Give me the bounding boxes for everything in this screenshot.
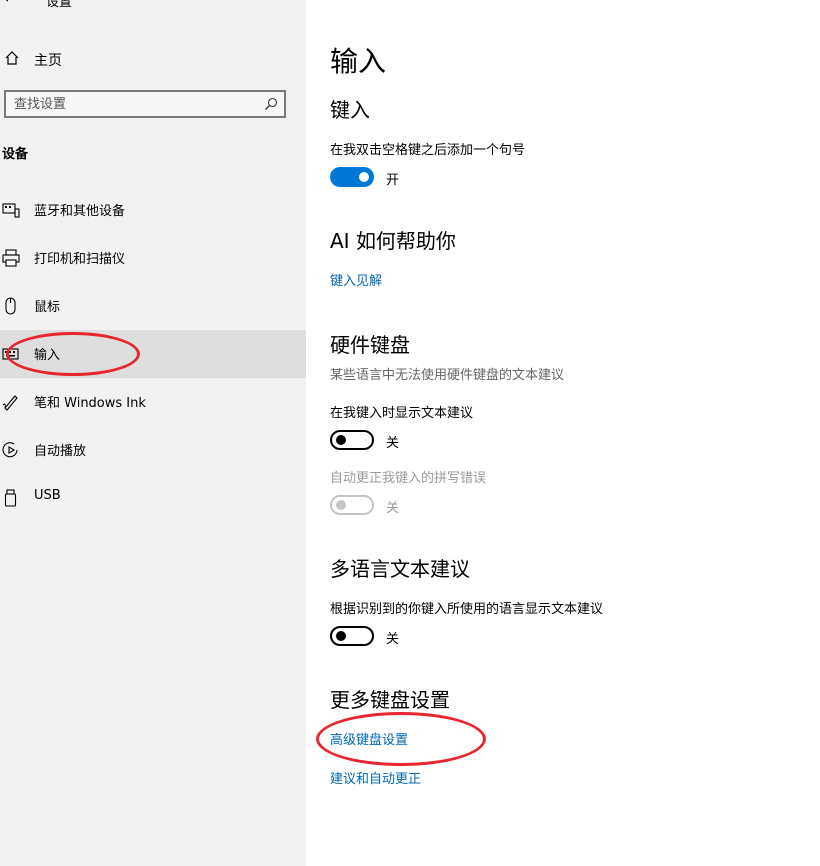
advanced-keyboard-settings-link[interactable]: 高级键盘设置: [330, 729, 408, 748]
home-icon: [4, 50, 20, 70]
sidebar-item-printers[interactable]: 打印机和扫描仪: [0, 234, 306, 282]
setting-label-show-suggestions: 在我键入时显示文本建议: [330, 406, 474, 421]
home-label: 主页: [34, 53, 62, 69]
toggle-double-space-period[interactable]: [330, 167, 374, 187]
setting-label-double-space-period: 在我双击空格键之后添加一个句号: [330, 143, 526, 158]
toggle-state-label: 关: [386, 436, 400, 451]
sidebar-item-label: 鼠标: [34, 300, 61, 315]
sidebar-item-usb[interactable]: USB: [0, 474, 306, 522]
sidebar-item-mouse[interactable]: 鼠标: [0, 282, 306, 330]
bluetooth-devices-icon: [2, 201, 20, 219]
toggle-autocorrect: [330, 495, 374, 515]
sidebar-item-bluetooth[interactable]: 蓝牙和其他设备: [0, 186, 306, 234]
sidebar: ← 设置 主页 设备 蓝牙和其他设备 打印机和扫描仪 鼠标: [0, 0, 306, 866]
setting-label-multilingual-suggestions: 根据识别到的你键入所使用的语言显示文本建议: [330, 602, 604, 617]
toggle-state-label: 关: [386, 501, 400, 516]
search-input[interactable]: [14, 94, 254, 114]
typing-insights-link[interactable]: 键入见解: [330, 270, 382, 289]
toggle-knob: [336, 500, 346, 510]
toggle-state-label: 关: [386, 632, 400, 647]
keyboard-icon: [2, 345, 20, 363]
page-title: 输入: [330, 45, 387, 78]
sidebar-item-home[interactable]: 主页: [0, 44, 306, 74]
sidebar-item-label: USB: [34, 488, 61, 503]
usb-icon: [2, 489, 20, 507]
section-heading-multilingual: 多语言文本建议: [330, 557, 470, 581]
section-heading-ai: AI 如何帮助你: [330, 229, 456, 253]
toggle-knob: [336, 435, 346, 445]
sidebar-item-typing[interactable]: 输入: [0, 330, 306, 378]
pen-icon: [2, 393, 20, 411]
toggle-state-label: 开: [386, 173, 400, 188]
section-heading-typing: 键入: [330, 98, 370, 122]
toggle-show-suggestions[interactable]: [330, 430, 374, 450]
toggle-knob: [359, 172, 369, 182]
section-heading-hardware-keyboard: 硬件键盘: [330, 333, 410, 357]
sidebar-item-autoplay[interactable]: 自动播放: [0, 426, 306, 474]
suggestions-autocorrect-link[interactable]: 建议和自动更正: [330, 768, 421, 787]
sidebar-item-pen[interactable]: 笔和 Windows Ink: [0, 378, 306, 426]
toggle-knob: [336, 631, 346, 641]
hardware-keyboard-description: 某些语言中无法使用硬件键盘的文本建议: [330, 368, 565, 383]
window-title: 设置: [46, 0, 73, 10]
search-icon[interactable]: [264, 96, 278, 115]
section-heading-more-keyboard: 更多键盘设置: [330, 688, 450, 712]
printer-icon: [2, 249, 20, 267]
sidebar-item-label: 笔和 Windows Ink: [34, 396, 146, 411]
toggle-multilingual-suggestions[interactable]: [330, 626, 374, 646]
autoplay-icon: [2, 441, 20, 459]
main-content: 输入 键入 在我双击空格键之后添加一个句号 开 AI 如何帮助你 键入见解 硬件…: [306, 0, 820, 866]
sidebar-item-label: 自动播放: [34, 444, 87, 459]
mouse-icon: [2, 297, 20, 315]
sidebar-item-label: 打印机和扫描仪: [34, 252, 126, 267]
setting-label-autocorrect: 自动更正我键入的拼写错误: [330, 471, 487, 486]
back-arrow-icon[interactable]: ←: [4, 0, 16, 7]
sidebar-item-label: 蓝牙和其他设备: [34, 204, 126, 219]
section-label-devices: 设备: [2, 147, 29, 162]
search-box[interactable]: [4, 90, 286, 118]
sidebar-item-label: 输入: [34, 348, 61, 363]
